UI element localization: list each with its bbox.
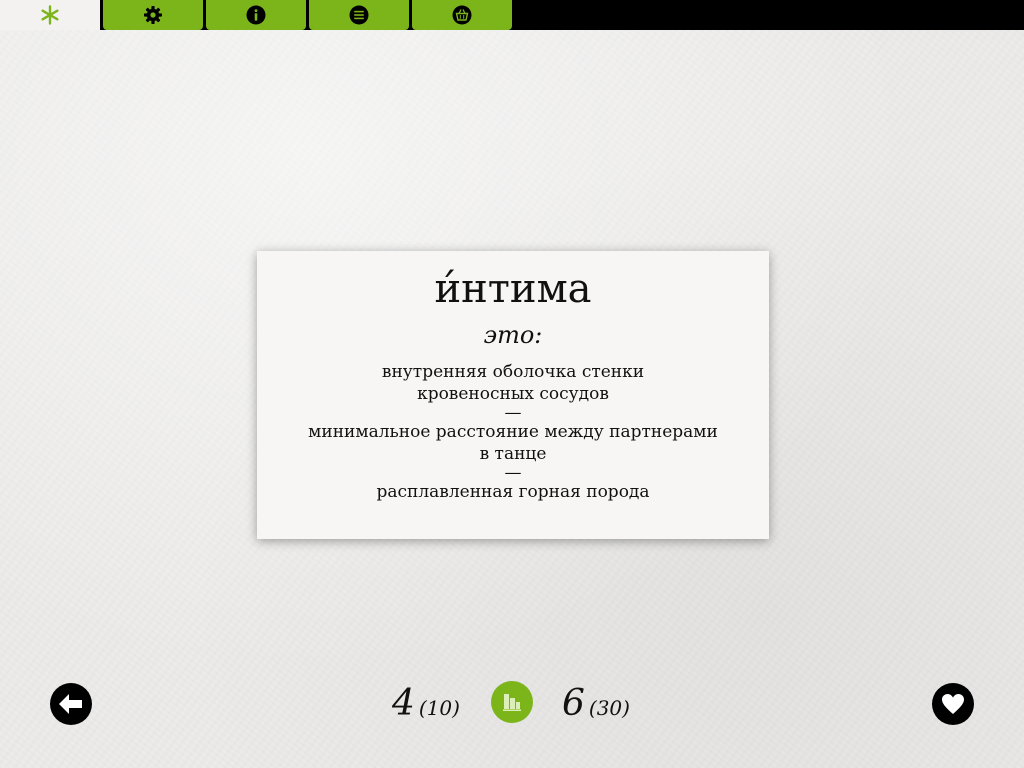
tab-info[interactable] [206,0,306,30]
definition-line: внутренняя оболочка стенки [381,362,645,382]
info-icon [246,5,266,25]
card-word: и́нтима [434,266,592,312]
list-icon [349,5,369,25]
top-tab-bar [0,0,1024,30]
asterisk-icon [41,5,59,25]
definition-option[interactable]: расплавленная горная порода [257,481,769,503]
score-value: 4 [392,683,415,724]
definition-separator: — [504,463,522,483]
back-button[interactable] [50,683,92,725]
stats-button[interactable] [491,681,533,723]
definition-line: кровеносных сосудов [417,384,609,404]
tab-basket[interactable] [412,0,512,30]
current-score: 4 (10) [392,682,460,726]
favorite-button[interactable] [932,683,974,725]
tab-settings[interactable] [103,0,203,30]
bar-chart-icon [503,694,521,711]
score-total: (10) [418,696,460,720]
arrow-left-icon [59,694,82,714]
tab-list[interactable] [309,0,409,30]
definitions-list: внутренняя оболочка стенки кровеносных с… [257,361,769,503]
best-score: 6 (30) [562,682,630,726]
definition-line: в танце [479,444,547,464]
definition-separator: — [504,403,522,423]
basket-icon [452,5,472,25]
card-eto-label: это: [483,321,543,349]
tab-home[interactable] [0,0,100,30]
heart-icon [942,694,964,714]
definition-line: минимальное расстояние между партнерами [308,422,718,442]
word-card: и́нтима это: внутренняя оболочка стенки … [257,251,769,539]
score-value: 6 [562,683,585,724]
definition-option[interactable]: минимальное расстояние между партнерами … [257,421,769,465]
score-total: (30) [588,696,630,720]
gear-icon [144,6,162,24]
definition-line: расплавленная горная порода [376,482,650,502]
definition-option[interactable]: внутренняя оболочка стенки кровеносных с… [257,361,769,405]
